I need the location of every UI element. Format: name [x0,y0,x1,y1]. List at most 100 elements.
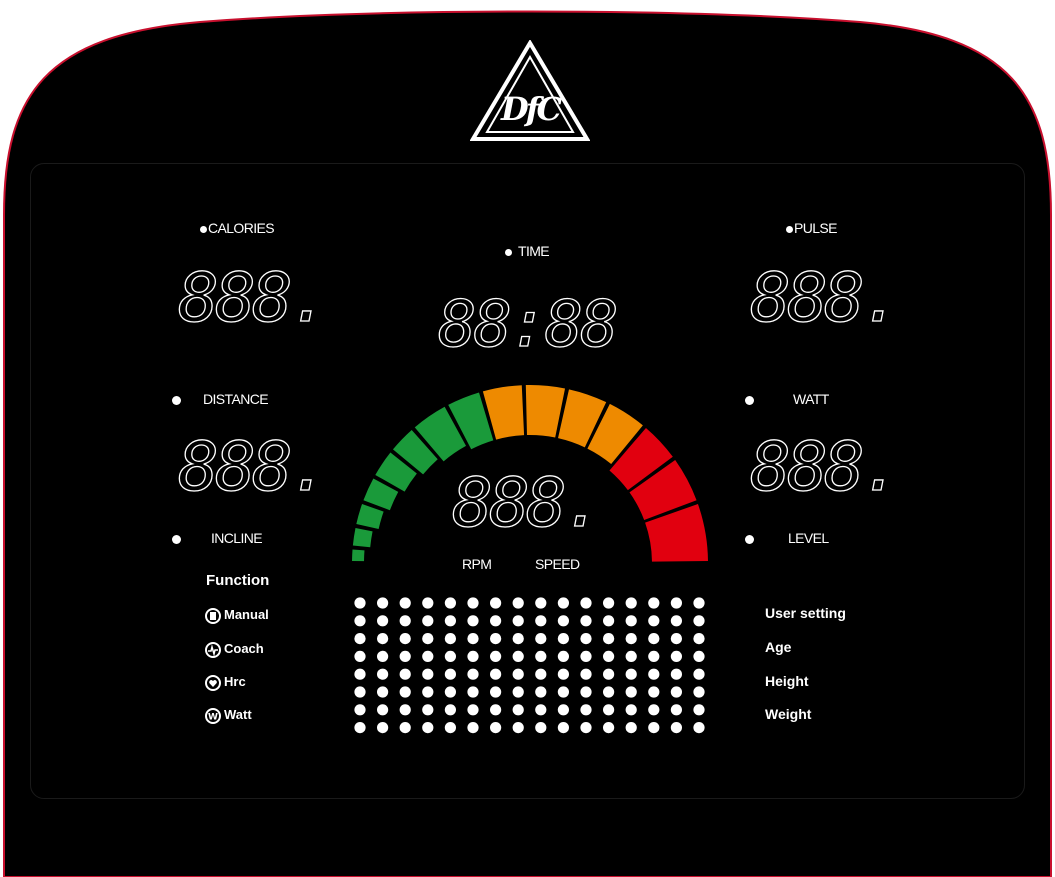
led-dot [444,650,456,662]
led-dot [535,633,547,645]
function-item-label: Watt [224,707,252,722]
led-dot [670,722,682,734]
led-dot [670,597,682,609]
led-dot [422,633,434,645]
led-dot [490,650,502,662]
led-dot [603,704,615,716]
led-dot [535,650,547,662]
led-dot [490,686,502,698]
level-indicator [745,534,754,544]
calories-display: 888. [177,258,330,338]
led-matrix [354,597,705,734]
gauge-segment-low [352,527,373,548]
time-label: TIME [505,243,550,259]
led-dot [377,722,389,734]
manual-icon [205,607,221,624]
led-dot [422,650,434,662]
svg-text:W: W [208,712,218,722]
led-dot [580,668,592,680]
led-dot [648,668,660,680]
led-dot [399,668,411,680]
user-setting-height[interactable]: Height [765,673,809,689]
led-dot [354,686,366,698]
led-dot [467,686,479,698]
led-dot [512,686,524,698]
led-dot [693,597,705,609]
led-dot [648,686,660,698]
svg-text:888.: 888. [178,434,318,496]
led-dot [670,668,682,680]
function-item-coach[interactable]: Coach [205,641,264,658]
led-dot [535,668,547,680]
led-dot [377,633,389,645]
led-dot [422,668,434,680]
function-item-manual[interactable]: Manual [205,607,269,624]
led-dot [354,633,366,645]
led-dot [444,597,456,609]
led-dot [625,722,637,734]
led-dot [670,686,682,698]
svg-text:888.: 888. [750,434,890,496]
led-dot [557,686,569,698]
led-dot [625,650,637,662]
led-dot [693,668,705,680]
led-dot [625,615,637,627]
led-dot [512,722,524,734]
led-dot [444,633,456,645]
user-setting-age[interactable]: Age [765,639,791,655]
led-dot [625,668,637,680]
function-item-label: Coach [224,641,264,656]
led-dot [399,686,411,698]
pulse-indicator [786,225,793,233]
led-dot [467,668,479,680]
led-dot [399,633,411,645]
led-dot [490,722,502,734]
user-setting-weight[interactable]: Weight [765,706,811,722]
gauge-segment-low [356,504,384,530]
pulse-display: 888. [749,258,902,338]
led-dot [467,597,479,609]
led-dot [557,597,569,609]
function-item-hrc[interactable]: Hrc [205,674,246,691]
led-dot [377,668,389,680]
led-dot [512,597,524,609]
led-dot [693,633,705,645]
user-setting-title[interactable]: User setting [765,605,846,621]
led-dot [490,597,502,609]
function-item-watt[interactable]: W Watt [205,707,252,724]
led-dot [648,597,660,609]
coach-icon [205,641,221,658]
led-dot [580,633,592,645]
led-dot [354,597,366,609]
led-dot [625,597,637,609]
led-dot [399,615,411,627]
led-dot [603,633,615,645]
led-dot [625,633,637,645]
distance-indicator [172,395,181,405]
led-dot [512,615,524,627]
led-dot [580,650,592,662]
led-dot [693,686,705,698]
led-dot [603,686,615,698]
led-dot [557,650,569,662]
led-dot [557,633,569,645]
led-dot [557,704,569,716]
led-dot [490,633,502,645]
led-dot [535,615,547,627]
led-dot [354,615,366,627]
led-dot [399,597,411,609]
led-dot [693,650,705,662]
led-dot [467,633,479,645]
led-dot [354,668,366,680]
led-dot [377,615,389,627]
led-dot [580,615,592,627]
calories-label: CALORIES [200,220,275,236]
svg-text:88:88: 88:88 [438,292,616,354]
led-dot [603,668,615,680]
led-dot [354,650,366,662]
function-item-label: Manual [224,607,269,622]
led-dot [693,704,705,716]
led-dot [399,722,411,734]
rpm-speed-display: 888. [451,463,604,543]
function-item-label: Hrc [224,674,246,689]
